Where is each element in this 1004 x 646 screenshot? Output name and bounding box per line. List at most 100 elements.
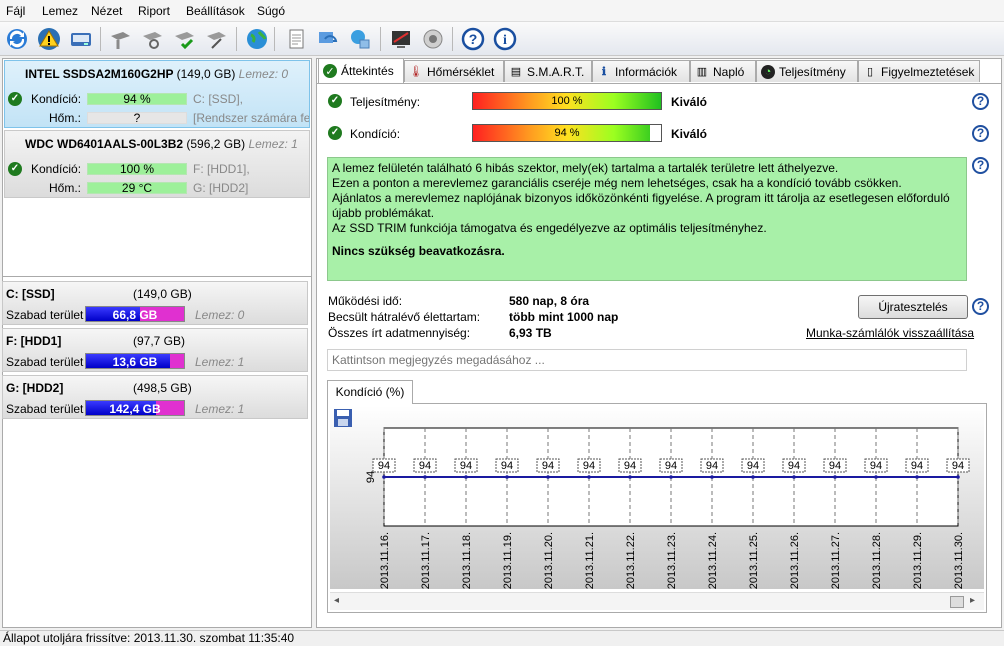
disk-tool-4-button[interactable] (202, 25, 230, 53)
menu-settings[interactable]: Beállítások (186, 4, 245, 18)
disk-tool-2-button[interactable] (138, 25, 166, 53)
about-button[interactable]: i (491, 25, 519, 53)
ok-check-icon: ✓ (8, 162, 22, 176)
toolbar-separator (380, 27, 381, 51)
x-tick-label: 2013.11.27. (830, 532, 842, 589)
chart-scrollbar[interactable]: ◂ ▸ (330, 592, 984, 610)
pane-divider (3, 276, 311, 277)
data-label: 94 (378, 460, 390, 472)
disk-size: (149,0 GB) (176, 67, 236, 81)
reset-counters-link[interactable]: Munka-számlálók visszaállítása (806, 326, 974, 340)
data-point (464, 475, 468, 479)
condition-rating: Kiváló (671, 127, 708, 141)
temperature-info: [Rendszer számára fen (193, 111, 309, 125)
data-point (710, 475, 714, 479)
volume-disk-index: Lemez: 1 (195, 355, 245, 369)
tab-log[interactable]: ▥ Napló (690, 60, 756, 82)
menu-file[interactable]: Fájl (6, 4, 25, 18)
tab-performance[interactable]: ◔ Teljesítmény (756, 60, 858, 82)
disk-button[interactable] (67, 25, 95, 53)
disk-title: INTEL SSDSA2M160G2HP (149,0 GB) Lemez: 0 (25, 67, 288, 81)
tab-alerts[interactable]: ▯ Figyelmeztetések (858, 60, 980, 82)
tab-overview[interactable]: ✓ Áttekintés (318, 58, 404, 83)
alert-button[interactable] (35, 25, 63, 53)
tab-temperature[interactable]: 🌡 Hőmérséklet (404, 60, 504, 82)
volume-size: (149,0 GB) (133, 287, 192, 301)
data-label: 94 (788, 460, 800, 472)
data-label: 94 (870, 460, 882, 472)
scroll-left-arrow-icon[interactable]: ◂ (334, 595, 339, 606)
refresh-button[interactable] (3, 25, 31, 53)
volume-card-g[interactable]: G: [HDD2] (498,5 GB) Szabad terület 142,… (2, 375, 308, 419)
report-button[interactable] (282, 25, 310, 53)
status-text: Állapot utoljára frissítve: 2013.11.30. … (3, 631, 295, 645)
performance-label: Teljesítmény: (350, 95, 421, 109)
message-help-icon[interactable]: ? (972, 157, 989, 174)
menu-help[interactable]: Súgó (257, 4, 285, 18)
condition-label: Kondíció: (31, 162, 82, 176)
sync-button[interactable] (314, 25, 342, 53)
data-label: 94 (460, 460, 472, 472)
condition-chart: 94 2013.11.16. 94 2013.11.17. 94 2013.11.18. 9… (365, 427, 970, 589)
data-point (792, 475, 796, 479)
ok-check-icon: ✓ (8, 92, 22, 106)
tab-label: Információk (615, 64, 678, 79)
tab-information[interactable]: ℹ Információk (592, 60, 690, 82)
document-icon: ▯ (866, 66, 874, 78)
tab-label: Napló (713, 64, 745, 79)
disk-tool-3-button[interactable] (170, 25, 198, 53)
status-message-box: A lemez felületén található 6 hibás szek… (327, 157, 967, 281)
scroll-thumb[interactable] (950, 596, 964, 608)
x-tick-label: 2013.11.16. (379, 532, 391, 589)
remaining-life-label: Becsült hátralévő élettartam: (328, 310, 481, 324)
web-button[interactable] (243, 25, 271, 53)
network-icon (351, 30, 370, 49)
x-tick-label: 2013.11.30. (953, 532, 965, 589)
power-on-value: 580 nap, 8 óra (509, 294, 590, 308)
benchmark-button[interactable] (387, 25, 415, 53)
x-tick-label: 2013.11.28. (871, 532, 883, 589)
disk-model: INTEL SSDSA2M160G2HP (25, 67, 174, 81)
retest-button[interactable]: Újratesztelés (858, 295, 968, 319)
toolbar-separator (236, 27, 237, 51)
free-space-bar: 66,8 GB (85, 306, 185, 322)
network-button[interactable] (346, 25, 374, 53)
retest-help-icon[interactable]: ? (972, 298, 989, 315)
menu-disk[interactable]: Lemez (42, 4, 78, 18)
disk-card-0[interactable]: INTEL SSDSA2M160G2HP (149,0 GB) Lemez: 0… (4, 60, 310, 128)
tab-smart[interactable]: ▤ S.M.A.R.T. (504, 60, 592, 82)
performance-help-icon[interactable]: ? (972, 93, 989, 110)
data-label: 94 (542, 460, 554, 472)
condition-help-icon[interactable]: ? (972, 125, 989, 142)
speedometer-icon: ◔ (761, 64, 775, 79)
help-button[interactable]: ? (459, 25, 487, 53)
tab-underline (317, 83, 1001, 84)
menu-view[interactable]: Nézet (91, 4, 122, 18)
condition-volumes: F: [HDD1], (193, 162, 250, 176)
thermometer-icon: 🌡 (409, 66, 423, 78)
volume-size: (498,5 GB) (133, 381, 192, 395)
free-space-bar: 142,4 GB (85, 400, 185, 416)
total-written-value: 6,93 TB (509, 326, 552, 340)
svg-text:i: i (503, 33, 507, 48)
note-input[interactable] (327, 349, 967, 371)
volume-name: C: [SSD] (6, 287, 55, 301)
disk-tool-1-button[interactable] (106, 25, 134, 53)
sound-button[interactable] (419, 25, 447, 53)
free-space-value: 142,4 GB (109, 402, 161, 416)
scroll-right-arrow-icon[interactable]: ▸ (970, 595, 975, 606)
volume-card-f[interactable]: F: [HDD1] (97,7 GB) Szabad terület 13,6 … (2, 328, 308, 372)
disk-index: Lemez: 0 (238, 67, 289, 81)
chip-icon: ▤ (510, 66, 522, 78)
tab-label: Áttekintés (341, 64, 394, 78)
chart-tab-condition[interactable]: Kondíció (%) (327, 380, 413, 404)
temperature-label: Hőm.: (49, 181, 82, 195)
volume-card-c[interactable]: C: [SSD] (149,0 GB) Szabad terület 66,8 … (2, 281, 308, 325)
data-label: 94 (952, 460, 964, 472)
data-point (874, 475, 878, 479)
free-space-bar: 13,6 GB (85, 353, 185, 369)
tab-label: Hőmérséklet (427, 64, 495, 79)
condition-ok-icon: ✓ (328, 126, 342, 140)
menu-report[interactable]: Riport (138, 4, 170, 18)
disk-card-1[interactable]: WDC WD6401AALS-00L3B2 (596,2 GB) Lemez: … (4, 130, 310, 198)
